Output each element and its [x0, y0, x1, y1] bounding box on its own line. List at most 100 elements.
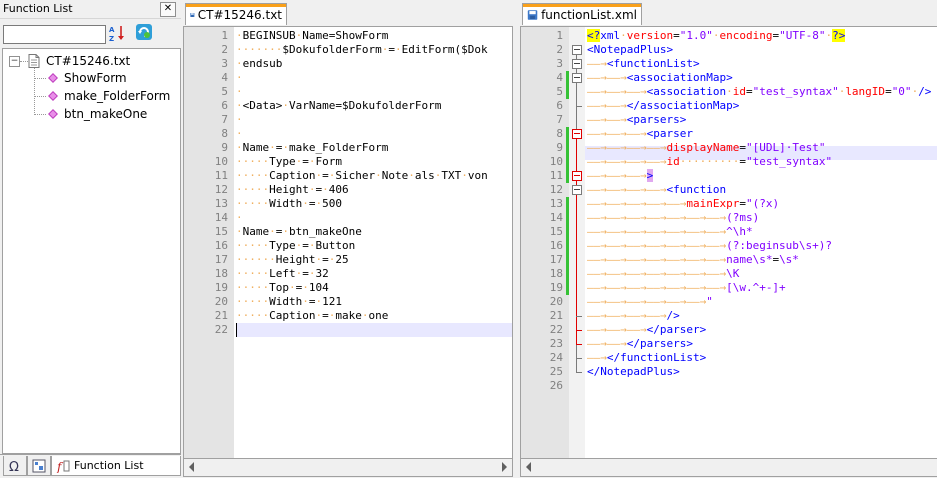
line-number: 17	[214, 253, 228, 266]
line-number-gutter: 1 2 3 4 5 6 7 8 9 10 11 12 13 14 15 16 17 18 19 20 21 22 23 24 2…	[521, 27, 569, 459]
code-line: ·	[236, 71, 243, 84]
editor-splitter[interactable]	[513, 0, 518, 477]
line-number: 1	[221, 29, 228, 42]
tab-function-list[interactable]: f Function List	[51, 456, 181, 476]
fold-toggle[interactable]	[572, 129, 582, 139]
line-number: 25	[549, 365, 563, 378]
fold-toggle[interactable]	[572, 45, 582, 55]
code-line: ·	[236, 127, 243, 140]
saved-file-icon	[527, 9, 538, 20]
line-number: 21	[549, 309, 563, 322]
line-number: 16	[549, 239, 563, 252]
line-number: 9	[221, 141, 228, 154]
code-line: ——→——→——→——→——→——→——→name\s*=\s*	[587, 253, 799, 266]
code-line: ——→——→</associationMap>	[587, 99, 740, 112]
code-line: ——→</functionList>	[587, 351, 707, 364]
code-line: ·····Width·=·121	[236, 295, 342, 308]
line-number: 21	[214, 309, 228, 322]
line-number: 12	[214, 183, 228, 196]
right-editor[interactable]: 1 2 3 4 5 6 7 8 9 10 11 12 13 14 15 16 17 18 19 20 21 22 23 24 2…	[520, 26, 937, 460]
code-line: </NotepadPlus>	[587, 365, 680, 378]
tab-label: CT#15246.txt	[197, 7, 282, 22]
function-icon	[48, 91, 58, 101]
code-line: ·	[236, 113, 243, 126]
line-number: 15	[549, 225, 563, 238]
tree-item-make-folderform[interactable]: make_FolderForm	[48, 87, 170, 105]
line-number: 7	[221, 113, 228, 126]
document-map-icon	[32, 459, 46, 472]
line-number: 11	[214, 169, 228, 182]
code-line: ·····Caption·=·Sicher·Note·als·TXT·von	[236, 169, 488, 182]
fold-toggle[interactable]	[572, 59, 582, 69]
tab-functionlist-xml[interactable]: functionList.xml	[522, 3, 642, 25]
tree-collapse-toggle[interactable]: −	[9, 56, 20, 67]
line-number: 20	[549, 295, 563, 308]
function-search-input[interactable]	[3, 25, 106, 44]
line-number: 22	[549, 323, 563, 336]
left-horizontal-scrollbar[interactable]	[183, 458, 513, 477]
code-line: ——→——→——→<association·id="test_syntax"·l…	[587, 85, 932, 98]
tab-label: functionList.xml	[541, 7, 637, 22]
code-line: ——→——→——→——→/>	[587, 309, 680, 322]
fold-toggle[interactable]	[572, 73, 582, 83]
tree-root-file[interactable]: CT#15246.txt	[28, 52, 130, 70]
code-line: ——→——→</parsers>	[587, 337, 693, 350]
sort-az-icon[interactable]: A Z	[108, 24, 126, 42]
file-icon	[28, 54, 40, 68]
line-number: 8	[556, 127, 563, 140]
line-number: 16	[214, 239, 228, 252]
tab-project-panel[interactable]: Ω	[3, 456, 27, 476]
line-number: 24	[549, 351, 563, 364]
reload-icon[interactable]	[135, 23, 153, 41]
code-line: ·Name·=·make_FolderForm	[236, 141, 389, 154]
tree-item-showform[interactable]: ShowForm	[48, 69, 127, 87]
code-line: <?xml·version="1.0"·encoding="UTF-8"·?>	[587, 29, 846, 42]
line-number: 4	[556, 71, 563, 84]
function-tree: − CT#15246.txt ShowForm make_FolderForm …	[2, 48, 181, 454]
code-line: ·····Type·=·Button	[236, 239, 356, 252]
function-list-icon: f	[56, 460, 70, 473]
code-line: ——→——→——→——→——→——→——→^\h*	[587, 225, 753, 238]
tab-ct15246[interactable]: CT#15246.txt	[185, 3, 287, 25]
line-number: 18	[549, 267, 563, 280]
function-icon	[48, 109, 58, 119]
bottom-tab-label: Function List	[74, 459, 144, 472]
code-line: ·	[236, 85, 243, 98]
line-number: 3	[221, 57, 228, 70]
line-number: 3	[556, 57, 563, 70]
code-line: ·····Left·=·32	[236, 267, 329, 280]
close-panel-button[interactable]: ✕	[160, 2, 176, 17]
line-number: 23	[549, 337, 563, 350]
code-line: ——→——→——→——→displayName="[UDL]·Test"	[587, 141, 826, 154]
line-number: 9	[556, 141, 563, 154]
svg-text:f: f	[56, 460, 64, 473]
function-icon	[48, 73, 58, 83]
right-horizontal-scrollbar[interactable]	[520, 458, 937, 477]
code-line: ·····Top·=·104	[236, 281, 329, 294]
code-line: ——→——→——→——→——→——→——→(?ms)	[587, 211, 760, 224]
svg-text:Z: Z	[109, 35, 114, 42]
code-line: ·····Height·=·406	[236, 183, 349, 196]
line-number: 10	[549, 155, 563, 168]
saved-file-icon	[190, 12, 195, 17]
svg-text:Ω: Ω	[9, 460, 19, 473]
line-number: 11	[549, 169, 563, 182]
tab-document-map[interactable]	[27, 456, 51, 476]
tree-item-label: make_FolderForm	[64, 89, 171, 103]
line-number: 18	[214, 267, 228, 280]
code-line: ·······$DokufolderForm·=·EditForm($Dok	[236, 43, 488, 56]
fold-toggle[interactable]	[572, 185, 582, 195]
code-line: ·····Caption·=·make·one	[236, 309, 389, 322]
code-line: ——→——→——→——→<function	[587, 183, 727, 196]
line-number: 6	[556, 99, 563, 112]
line-number: 10	[214, 155, 228, 168]
left-editor[interactable]: 1 2 3 4 5 6 7 8 9 10 11 12 13 14 15 16 17 18 19 20 21 22 ·BEG…	[183, 26, 513, 460]
tree-item-btn-makeone[interactable]: btn_makeOne	[48, 105, 147, 123]
code-line: ——→——→——→——→——→mainExpr="(?x)	[587, 197, 780, 210]
line-number: 2	[221, 43, 228, 56]
right-tab-strip: functionList.xml	[520, 0, 937, 26]
fold-toggle[interactable]	[572, 171, 582, 181]
fold-margin[interactable]	[569, 27, 585, 459]
line-number-gutter: 1 2 3 4 5 6 7 8 9 10 11 12 13 14 15 16 17 18 19 20 21 22	[184, 27, 234, 459]
code-line: ·BEGINSUB·Name=ShowForm	[236, 29, 389, 42]
